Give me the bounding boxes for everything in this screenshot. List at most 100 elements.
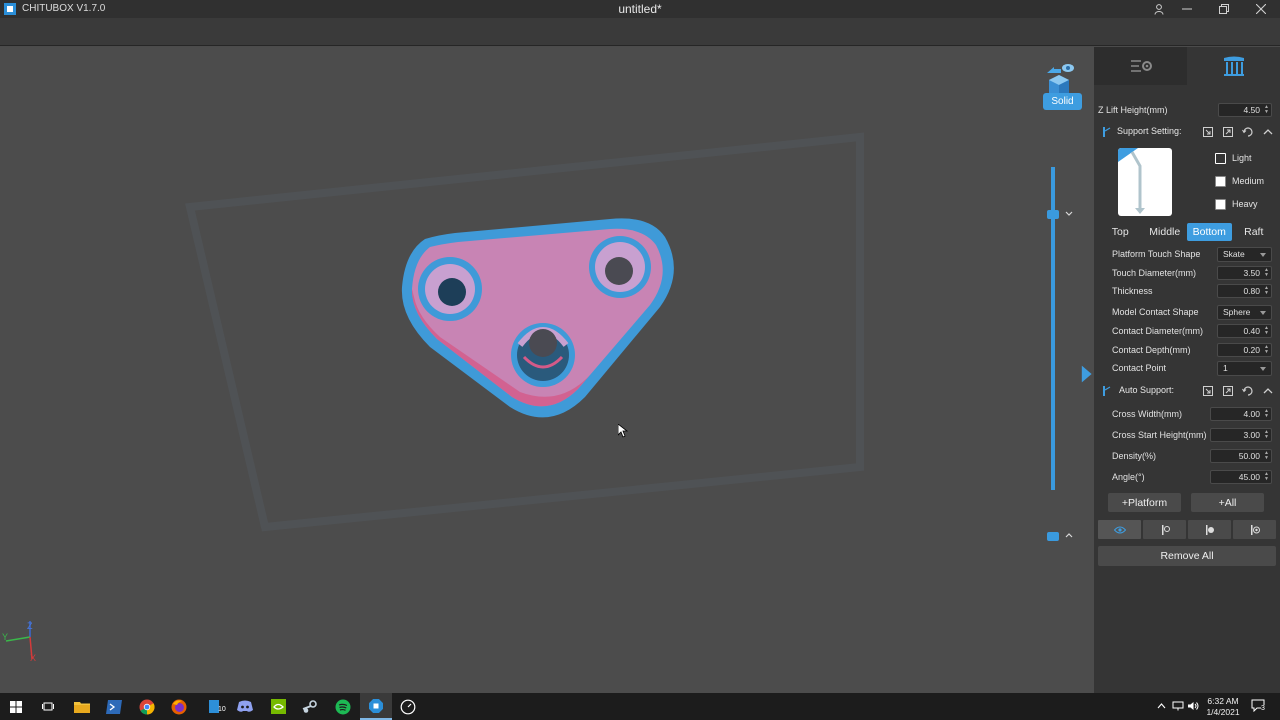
density-input[interactable]: 50.00 ▲ ▼ (1210, 449, 1272, 463)
contact-diameter-input[interactable]: 0.40 ▲ ▼ (1217, 324, 1272, 338)
subtab-middle[interactable]: Middle (1143, 223, 1188, 241)
thickness-label: Thickness (1112, 286, 1153, 296)
reset-icon[interactable] (1242, 385, 1254, 397)
add-all-supports-button[interactable]: +All (1191, 493, 1264, 512)
support-subtabs: Top Middle Bottom Raft (1098, 223, 1276, 241)
chrome-icon (139, 699, 155, 715)
heavy-checkbox[interactable] (1215, 199, 1226, 210)
3d-viewport[interactable]: Z Y X (0, 47, 1094, 693)
action-center-button[interactable]: 3 (1251, 699, 1267, 714)
spinner-arrows-icon[interactable]: ▲ ▼ (1264, 451, 1269, 461)
import-icon[interactable] (1202, 126, 1214, 138)
cross-start-height-input[interactable]: 3.00 ▲ ▼ (1210, 428, 1272, 442)
taskbar-chrome[interactable] (131, 693, 163, 720)
reset-icon[interactable] (1242, 126, 1254, 138)
import-icon[interactable] (1202, 385, 1214, 397)
chevron-up-icon[interactable] (1262, 385, 1274, 397)
dropdown-arrow-icon (1260, 367, 1266, 371)
taskbar-discord[interactable] (229, 693, 261, 720)
support-setting-header: Support Setting: (1094, 123, 1280, 141)
chevron-up-icon[interactable] (1262, 126, 1274, 138)
tab-support[interactable] (1187, 47, 1280, 85)
platform-touch-shape-value: Skate (1223, 249, 1245, 259)
axis-label-x: X (30, 653, 37, 663)
model-mesh[interactable] (401, 218, 674, 418)
model-contact-shape-value: Sphere (1223, 307, 1251, 317)
taskbar-firefox[interactable] (163, 693, 195, 720)
network-icon[interactable] (1172, 701, 1184, 711)
tab-settings[interactable] (1094, 47, 1187, 85)
show-supports-button[interactable] (1098, 520, 1141, 539)
spinner-arrows-icon[interactable]: ▲ ▼ (1264, 409, 1269, 419)
layer-slider-top-handle[interactable] (1047, 210, 1059, 219)
heavy-label: Heavy (1232, 199, 1258, 209)
chevron-down-icon[interactable] (1065, 211, 1073, 217)
platform-touch-shape-label: Platform Touch Shape (1112, 249, 1201, 259)
support-panel: Z Lift Height(mm) 4.50 ▲ ▼ Support Settin… (1094, 47, 1280, 693)
restore-icon (1219, 4, 1229, 14)
thickness-input[interactable]: 0.80 ▲ ▼ (1217, 284, 1272, 298)
spinner-arrows-icon[interactable]: ▲ ▼ (1264, 105, 1269, 115)
restore-button[interactable] (1206, 0, 1242, 18)
spinner-arrows-icon[interactable]: ▲ ▼ (1264, 326, 1269, 336)
density-label: Density(%) (1112, 451, 1157, 461)
taskbar-steam[interactable] (294, 693, 326, 720)
model-contact-shape-select[interactable]: Sphere (1217, 305, 1272, 320)
density-row: Density(%) 50.00 ▲ ▼ (1094, 448, 1280, 466)
angle-input[interactable]: 45.00 ▲ ▼ (1210, 470, 1272, 484)
minimize-button[interactable] (1169, 0, 1205, 18)
taskbar-chitubox[interactable] (360, 693, 392, 720)
contact-diameter-value: 0.40 (1243, 326, 1260, 336)
contact-point-select[interactable]: 1 (1217, 361, 1272, 376)
taskbar-nvidia[interactable] (262, 693, 294, 720)
touch-diameter-input[interactable]: 3.50 ▲ ▼ (1217, 266, 1272, 280)
edit-support-tool-button[interactable] (1188, 520, 1231, 539)
close-icon (1256, 4, 1266, 14)
contact-depth-input[interactable]: 0.20 ▲ ▼ (1217, 343, 1272, 357)
light-checkbox[interactable] (1215, 153, 1226, 164)
panel-collapse-arrow-icon[interactable] (1079, 364, 1093, 384)
z-lift-input[interactable]: 4.50 ▲ ▼ (1218, 103, 1272, 117)
spinner-arrows-icon[interactable]: ▲ ▼ (1264, 268, 1269, 278)
discord-icon (237, 700, 253, 712)
add-platform-supports-button[interactable]: +Platform (1108, 493, 1181, 512)
export-icon[interactable] (1222, 126, 1234, 138)
start-button[interactable] (0, 693, 32, 720)
document-title: untitled* (618, 2, 662, 16)
taskbar-app-badge[interactable]: 10 (199, 693, 231, 720)
taskbar-powershell[interactable] (98, 693, 130, 720)
contact-depth-row: Contact Depth(mm) 0.20 ▲ ▼ (1094, 342, 1280, 360)
axis-label-y: Y (2, 632, 9, 642)
spinner-arrows-icon[interactable]: ▲ ▼ (1264, 472, 1269, 482)
cross-width-value: 4.00 (1243, 409, 1260, 419)
taskbar-speedometer-app[interactable] (392, 693, 424, 720)
subtab-top[interactable]: Top (1098, 223, 1143, 241)
angle-value: 45.00 (1238, 472, 1260, 482)
thickness-row: Thickness 0.80 ▲ ▼ (1094, 283, 1280, 301)
spinner-arrows-icon[interactable]: ▲ ▼ (1264, 286, 1269, 296)
subtab-bottom[interactable]: Bottom (1187, 223, 1232, 241)
taskbar-spotify[interactable] (327, 693, 359, 720)
add-support-tool-button[interactable] (1143, 520, 1186, 539)
chevron-up-icon[interactable] (1065, 532, 1073, 538)
toolbar-strip (0, 18, 1280, 46)
contact-depth-label: Contact Depth(mm) (1112, 345, 1191, 355)
task-view-button[interactable] (32, 693, 64, 720)
subtab-raft[interactable]: Raft (1232, 223, 1277, 241)
contact-point-value: 1 (1223, 363, 1228, 373)
close-button[interactable] (1243, 0, 1279, 18)
solid-view-toggle[interactable]: Solid (1043, 93, 1082, 110)
platform-touch-shape-select[interactable]: Skate (1217, 247, 1272, 262)
medium-checkbox[interactable] (1215, 176, 1226, 187)
cross-width-input[interactable]: 4.00 ▲ ▼ (1210, 407, 1272, 421)
taskbar-file-explorer[interactable] (66, 693, 98, 720)
auto-support-header: Auto Support: (1094, 382, 1280, 400)
export-icon[interactable] (1222, 385, 1234, 397)
delete-support-tool-button[interactable] (1233, 520, 1276, 539)
system-clock[interactable]: 6:32 AM 1/4/2021 (1196, 696, 1250, 718)
remove-all-supports-button[interactable]: Remove All (1098, 546, 1276, 566)
spinner-arrows-icon[interactable]: ▲ ▼ (1264, 345, 1269, 355)
spinner-arrows-icon[interactable]: ▲ ▼ (1264, 430, 1269, 440)
layer-slider-bottom-handle[interactable] (1047, 532, 1059, 541)
tray-chevron-up-icon[interactable] (1157, 702, 1166, 709)
